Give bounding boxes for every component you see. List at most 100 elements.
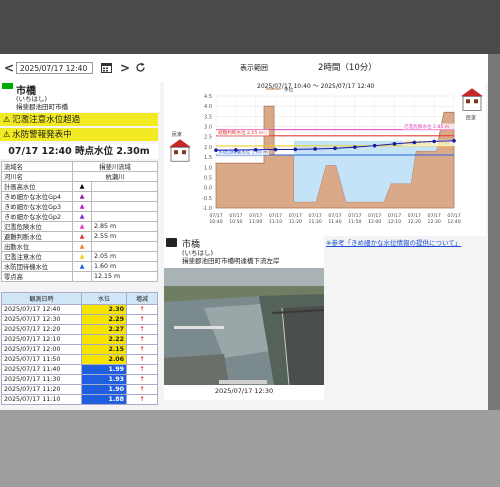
table-row: 2025/07/17 11:10 1.88 ↑ [1,394,158,405]
warning-icon: ⚠ [3,130,11,139]
obs-header-trend: 増減 [126,292,158,305]
x-tick-label: 11:30 [309,219,322,225]
info-value [91,191,158,202]
reference-link[interactable]: ※参考「きめ細かな水位情報の提供について」 [326,237,461,247]
table-row: 2025/07/17 11:50 2.06 ↑ [1,354,158,365]
camera-location: 揖斐郡池田町市橋明達橋下流左岸 [182,257,280,265]
obs-time: 2025/07/17 12:40 [1,304,82,315]
x-tick-label: 07/17 [388,213,401,219]
level-marker-icon: ▲ [72,221,92,232]
obs-time: 2025/07/17 12:10 [1,334,82,345]
level-marker-icon: ▲ [72,261,92,272]
data-point [432,139,436,144]
level-marker-icon: ▲ [72,211,92,222]
calendar-icon[interactable] [101,62,112,73]
data-point [372,143,377,148]
trend-up-icon: ↑ [126,354,158,365]
x-tick-label: 11:50 [348,219,361,225]
current-level: 07/17 12:40 時点水位 2.30m [0,144,158,159]
station-badge [2,83,13,89]
refresh-icon[interactable] [135,62,146,73]
trend-up-icon: ↑ [126,374,158,385]
info-row: 河川名 杭瀬川 [1,171,158,182]
station-header: 市橋 (いちはし) 揖斐郡池田町市橋 [0,82,160,112]
observation-table: 観測日時 水位 増減 2025/07/17 12:40 2.30 ↑ 2025/07/… [1,292,158,405]
range-select[interactable]: 2時間（10分） [318,61,377,73]
trend-up-icon: ↑ [126,394,158,405]
info-row: 氾濫注意水位 ▲ 2.05 m [1,251,158,262]
info-row: 出動水位 ▲ [1,241,158,252]
info-key: 水防団待機水位 [1,261,73,272]
y-tick-label: 4.5 [204,94,212,100]
y-tick-label: -1.0 [202,206,212,212]
obs-level: 2.22 [81,334,127,345]
obs-header-time: 観測日時 [1,292,82,305]
trend-up-icon: ↑ [126,314,158,325]
y-tick-label: 0.5 [204,175,212,181]
warning-banner-flood-caution: ⚠ 氾濫注意水位超過 [0,113,158,126]
obs-level: 2.30 [81,304,127,315]
x-tick-label: 07/17 [428,213,441,219]
obs-time: 2025/07/17 11:30 [1,374,82,385]
threshold-label: 氾濫危険水位 2.85 m [404,123,450,130]
info-key: 氾濫注意水位 [1,251,73,262]
y-tick-label: 1.5 [204,155,212,161]
x-tick-label: 12:00 [368,219,381,225]
range-label: 表示範囲 [240,64,268,72]
obs-level: 2.29 [81,314,127,325]
info-value: 杭瀬川 [72,171,158,182]
data-point [452,139,456,143]
obs-level: 1.90 [81,384,127,395]
table-row: 2025/07/17 12:20 2.27 ↑ [1,324,158,335]
data-point [253,147,258,152]
y-tick-label: 2.0 [204,145,212,151]
x-tick-label: 11:20 [289,219,302,225]
info-value [91,201,158,212]
trend-up-icon: ↑ [126,364,158,375]
prev-button[interactable]: < [4,61,14,75]
table-row: 2025/07/17 12:40 2.30 ↑ [1,304,158,315]
x-tick-label: 12:30 [428,219,441,225]
x-tick-label: 12:20 [408,219,421,225]
date-input[interactable]: 2025/07/17 12:40 [16,62,93,74]
info-value: 揖斐川流域 [72,161,158,172]
obs-time: 2025/07/17 11:10 [1,394,82,405]
table-row: 2025/07/17 11:40 1.99 ↑ [1,364,158,375]
x-tick-label: 07/17 [348,213,361,219]
info-row: 避難判断水位 ▲ 2.55 m [1,231,158,242]
info-key: 流域名 [1,161,73,172]
info-value: 12.15 m [91,271,158,282]
house-roof-icon [169,139,191,148]
obs-time: 2025/07/17 12:30 [1,314,82,325]
house-window [182,150,186,155]
house-icon [462,95,482,111]
data-point [293,147,298,152]
level-marker-icon: ▲ [72,241,92,252]
data-point [333,146,337,151]
x-tick-label: 07/17 [269,213,282,219]
info-value: 2.85 m [91,221,158,232]
info-value: 2.05 m [91,251,158,262]
warning-text: 氾濫注意水位超過 [12,115,81,125]
station-address: 揖斐郡池田町市橋 [16,103,68,111]
camera-image[interactable] [164,268,324,385]
bottom-bezel [0,410,500,487]
y-tick-label: 3.0 [204,125,212,131]
x-tick-label: 07/17 [408,213,421,219]
camera-icon [166,238,177,247]
x-tick-label: 11:00 [249,219,262,225]
x-tick-label: 07/17 [447,213,460,219]
x-tick-label: 07/17 [328,213,341,219]
toolbar: < 2025/07/17 12:40 > 表示範囲 2時間（10分） [0,54,488,82]
next-button[interactable]: > [120,61,130,75]
x-tick-label: 10:40 [209,219,222,225]
data-point [273,147,278,152]
house-roof-icon [461,88,483,97]
x-tick-label: 11:10 [269,219,282,225]
camera-panel: 市橋 (いちはし) 揖斐郡池田町市橋明達橋下流左岸 2025/07/17 12:… [164,234,324,400]
table-row: 2025/07/17 11:20 1.90 ↑ [1,384,158,395]
trend-up-icon: ↑ [126,344,158,355]
level-marker-icon: ▲ [72,231,92,242]
warning-text: 水防警報発表中 [12,130,72,140]
house-window [174,150,178,155]
